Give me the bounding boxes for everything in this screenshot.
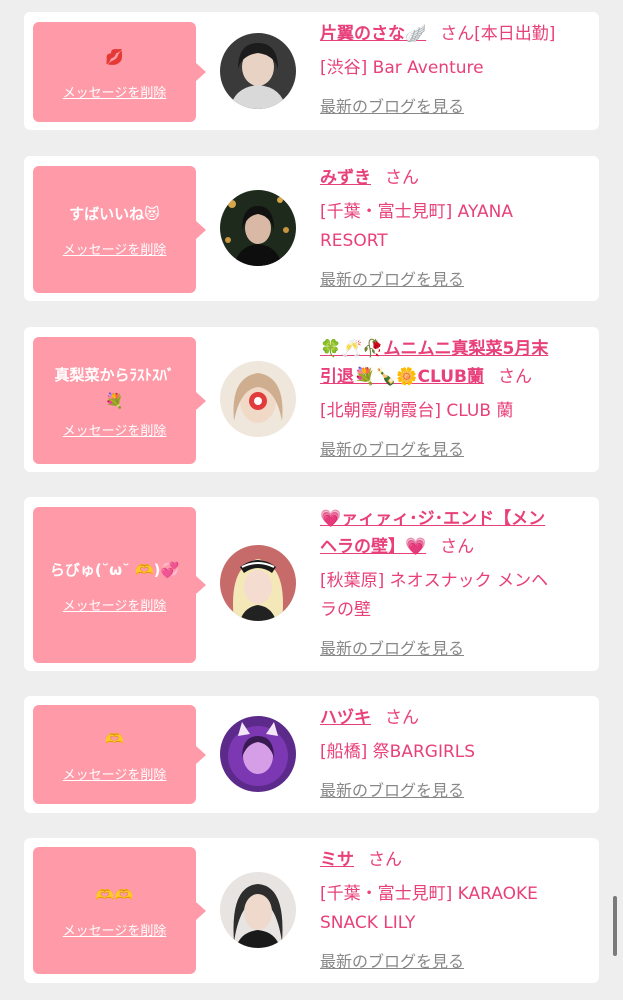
sender-name-link[interactable]: 💗ァィァィ･ジ･エンド【メン ヘラの壁】💗: [320, 509, 545, 557]
avatar[interactable]: [220, 716, 296, 792]
delete-message-link[interactable]: メッセージを削除: [63, 420, 167, 439]
avatar-photo: [220, 361, 296, 437]
message-card: 🫶 メッセージを削除 ハヅキ さん [船橋] 祭BARGIRLS 最新のブログを見…: [24, 696, 599, 813]
latest-blog-link[interactable]: 最新のブログを見る: [320, 436, 464, 460]
honorific: さん: [440, 24, 475, 44]
avatar-photo: [220, 190, 296, 266]
shop-info: [北朝霞/朝霞台] CLUB 蘭: [320, 401, 514, 421]
delete-message-link[interactable]: メッセージを削除: [63, 920, 167, 939]
message-card: 💋 メッセージを削除 片翼のさな🪽 さん[本日出勤] [渋谷] Bar Avent…: [24, 12, 599, 130]
sender-name-link[interactable]: ハヅキ: [320, 708, 371, 728]
latest-blog-link[interactable]: 最新のブログを見る: [320, 635, 464, 659]
delete-message-link[interactable]: メッセージを削除: [63, 595, 167, 614]
avatar-photo: [220, 872, 296, 948]
delete-message-link[interactable]: メッセージを削除: [63, 239, 167, 258]
avatar[interactable]: [220, 190, 296, 266]
status-label: [本日出勤]: [474, 24, 556, 44]
avatar[interactable]: [220, 33, 296, 109]
message-bubble: 🫶🫶 メッセージを削除: [33, 847, 206, 974]
avatar[interactable]: [220, 872, 296, 948]
scrollbar[interactable]: [613, 896, 617, 956]
sender-info: 🍀🥂🥀ムニムニ真梨菜5月末 引退💐🍾🌼CLUB蘭 さん [北朝霞/朝霞台] CLUB…: [320, 335, 592, 460]
honorific: さん: [440, 537, 475, 557]
shop-info: [千葉・富士見町] KARAOKE SNACK LILY: [320, 884, 538, 933]
avatar[interactable]: [220, 361, 296, 437]
shop-info: [船橋] 祭BARGIRLS: [320, 742, 476, 762]
message-card: すばいいね😻 メッセージを削除 みずき さん [千葉・富士見町] AYANA RE…: [24, 156, 599, 301]
message-text: らびゅ(˘ω˘ 🫶)💞: [49, 560, 180, 579]
message-bubble: すばいいね😻 メッセージを削除: [33, 166, 206, 293]
message-card: 🫶🫶 メッセージを削除 ミサ さん [千葉・富士見町] KARAOKE SNACK…: [24, 838, 599, 983]
sender-name-link[interactable]: みずき: [320, 168, 371, 188]
sender-info: ミサ さん [千葉・富士見町] KARAOKE SNACK LILY 最新のブログ…: [320, 846, 592, 972]
honorific: さん: [368, 850, 402, 870]
message-text: 🫶: [105, 730, 124, 748]
sender-info: ハヅキ さん [船橋] 祭BARGIRLS 最新のブログを見る: [320, 704, 592, 801]
message-text: 💋: [105, 47, 124, 66]
message-text: 真梨菜からﾗｽﾄｽﾊﾞ 💐: [54, 366, 175, 410]
message-bubble: 🫶 メッセージを削除: [33, 705, 206, 804]
shop-info: [渋谷] Bar Aventure: [320, 58, 484, 78]
message-bubble: 💋 メッセージを削除: [33, 22, 206, 122]
honorific: さん: [385, 708, 419, 728]
avatar-photo: [220, 545, 296, 621]
shop-info: [秋葉原] ネオスナック メンヘ ラの壁: [320, 571, 549, 620]
latest-blog-link[interactable]: 最新のブログを見る: [320, 948, 464, 972]
avatar-photo: [220, 716, 296, 792]
shop-info: [千葉・富士見町] AYANA RESORT: [320, 202, 514, 251]
latest-blog-link[interactable]: 最新のブログを見る: [320, 266, 464, 290]
message-card: らびゅ(˘ω˘ 🫶)💞 メッセージを削除 💗ァィァィ･ジ･エンド【メン ヘラの壁】…: [24, 497, 599, 671]
latest-blog-link[interactable]: 最新のブログを見る: [320, 777, 464, 801]
sender-info: みずき さん [千葉・富士見町] AYANA RESORT 最新のブログを見る: [320, 164, 592, 290]
sender-name-link[interactable]: ミサ: [320, 850, 354, 870]
honorific: さん: [385, 168, 419, 188]
message-bubble: らびゅ(˘ω˘ 🫶)💞 メッセージを削除: [33, 507, 206, 663]
avatar[interactable]: [220, 545, 296, 621]
latest-blog-link[interactable]: 最新のブログを見る: [320, 93, 464, 117]
sender-info: 💗ァィァィ･ジ･エンド【メン ヘラの壁】💗 さん [秋葉原] ネオスナック メンヘ …: [320, 505, 592, 659]
avatar-photo: [220, 33, 296, 109]
sender-name-link[interactable]: 片翼のさな🪽: [320, 24, 426, 44]
message-card: 真梨菜からﾗｽﾄｽﾊﾞ 💐 メッセージを削除 🍀🥂🥀ムニムニ真梨菜5月末 引退💐🍾…: [24, 327, 599, 472]
honorific: さん: [497, 367, 532, 387]
delete-message-link[interactable]: メッセージを削除: [63, 764, 167, 783]
message-text: すばいいね😻: [69, 205, 160, 223]
message-bubble: 真梨菜からﾗｽﾄｽﾊﾞ 💐 メッセージを削除: [33, 337, 206, 464]
message-text: 🫶🫶: [95, 886, 134, 904]
delete-message-link[interactable]: メッセージを削除: [63, 82, 167, 101]
sender-info: 片翼のさな🪽 さん[本日出勤] [渋谷] Bar Aventure 最新のブログを…: [320, 20, 592, 117]
